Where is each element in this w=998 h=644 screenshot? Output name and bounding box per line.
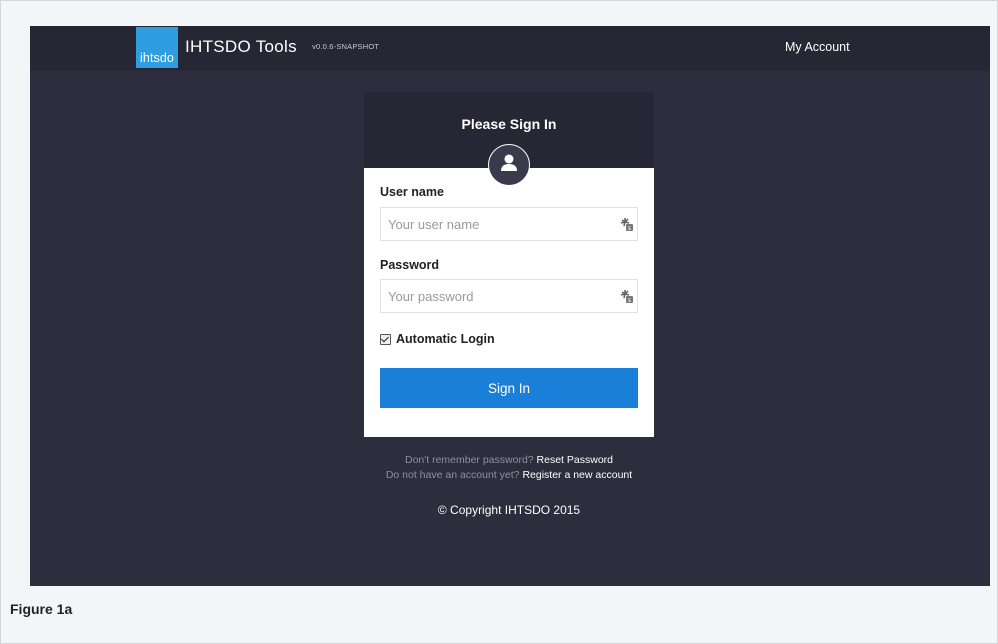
checkbox-checked-icon[interactable] <box>380 333 391 345</box>
username-label: User name <box>380 185 444 199</box>
copyright-text: © Copyright IHTSDO 2015 <box>437 503 581 517</box>
password-label: Password <box>380 258 440 272</box>
forgot-password-line: Don't remember password? Reset Password <box>364 454 654 466</box>
app-window: ihtsdo IHTSDO Tools v0.0.6-SNAPSHOT My A… <box>30 26 990 586</box>
top-navbar: ihtsdo IHTSDO Tools v0.0.6-SNAPSHOT My A… <box>30 26 990 71</box>
user-avatar <box>488 144 530 186</box>
logo-text: ihtsdo <box>140 51 174 65</box>
svg-text:s: s <box>628 297 631 304</box>
app-version: v0.0.6-SNAPSHOT <box>312 42 380 51</box>
register-line: Do not have an account yet? Register a n… <box>364 469 654 481</box>
forgot-password-prompt: Don't remember password? <box>404 454 534 466</box>
reset-password-link[interactable]: Reset Password <box>537 454 613 466</box>
app-brand-title[interactable]: IHTSDO Tools <box>185 37 297 57</box>
register-account-link[interactable]: Register a new account <box>522 469 632 481</box>
password-field[interactable]: Your password s <box>380 279 638 313</box>
login-form: User name Your user name s Password Your… <box>364 168 654 437</box>
figure-frame: ihtsdo IHTSDO Tools v0.0.6-SNAPSHOT My A… <box>0 0 998 644</box>
register-prompt: Do not have an account yet? <box>385 469 520 481</box>
figure-caption: Figure 1a <box>10 601 73 617</box>
login-title: Please Sign In <box>461 116 557 132</box>
my-account-link[interactable]: My Account <box>785 40 850 54</box>
ihtsdo-logo[interactable]: ihtsdo <box>136 27 178 68</box>
user-icon <box>501 154 517 171</box>
password-manager-key-icon[interactable]: s <box>619 216 635 237</box>
password-placeholder: Your password <box>388 289 474 304</box>
sign-in-button[interactable]: Sign In <box>380 368 638 408</box>
password-manager-key-icon[interactable]: s <box>619 288 635 309</box>
automatic-login-checkbox[interactable]: Automatic Login <box>380 332 495 346</box>
automatic-login-label: Automatic Login <box>396 332 495 346</box>
svg-text:s: s <box>628 225 631 232</box>
username-placeholder: Your user name <box>388 217 480 232</box>
username-field[interactable]: Your user name s <box>380 207 638 241</box>
